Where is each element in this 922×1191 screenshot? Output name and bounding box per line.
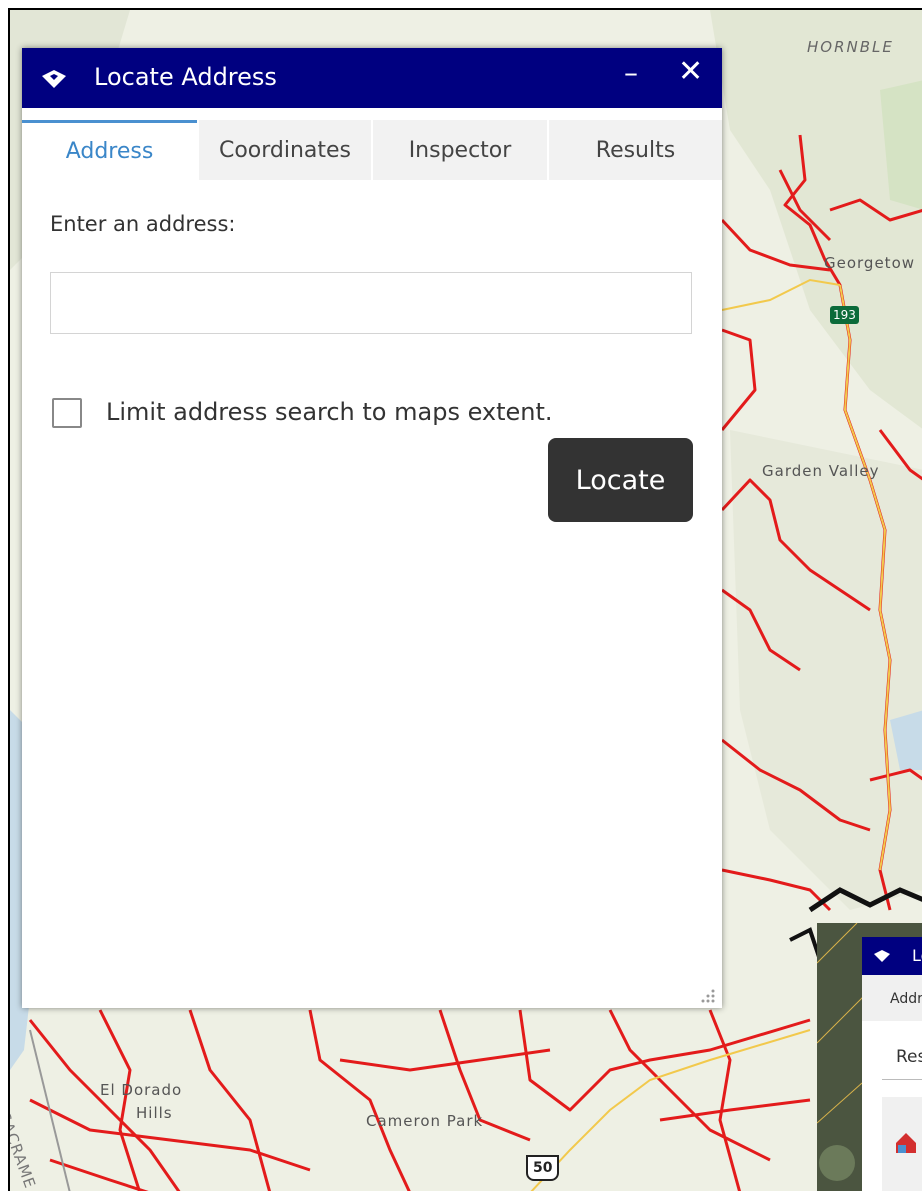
limit-extent-checkbox[interactable] bbox=[52, 398, 82, 428]
map-label-cameron-park: Cameron Park bbox=[366, 1112, 484, 1130]
map-label-el-dorado: El Dorado bbox=[100, 1081, 183, 1099]
locate-address-dialog: Locate Address – ✕ Address Coordinates I… bbox=[22, 48, 722, 1008]
dialog-logo-icon bbox=[42, 70, 66, 88]
map-label-georgetown: Georgetow bbox=[824, 254, 916, 272]
map-label-hills: Hills bbox=[136, 1104, 173, 1122]
divider bbox=[882, 1079, 922, 1080]
dialog-logo-icon bbox=[874, 950, 890, 962]
background-dialog-header: Lo bbox=[862, 937, 922, 975]
address-input[interactable] bbox=[50, 272, 692, 334]
background-dialog-tab[interactable]: Addre bbox=[862, 975, 922, 1021]
tab-address[interactable]: Address bbox=[22, 120, 197, 180]
house-pin-icon bbox=[896, 1133, 916, 1153]
close-button[interactable]: ✕ bbox=[678, 54, 703, 89]
dialog-header[interactable]: Locate Address – ✕ bbox=[22, 48, 722, 108]
highway-50-shield: 50 bbox=[526, 1155, 560, 1181]
tab-coordinates[interactable]: Coordinates bbox=[199, 120, 371, 180]
background-dialog-title: Lo bbox=[912, 946, 922, 965]
minimize-button[interactable]: – bbox=[624, 56, 638, 89]
background-dialog-results: Resu bbox=[896, 1047, 922, 1067]
dialog-title: Locate Address bbox=[94, 63, 277, 91]
tab-results[interactable]: Results bbox=[549, 120, 722, 180]
background-locate-dialog: Lo Addre Resu bbox=[817, 923, 922, 1191]
address-label: Enter an address: bbox=[50, 212, 236, 236]
map-view[interactable]: HORNBLE Georgetow 193 Garden Valley El D… bbox=[8, 8, 922, 1191]
limit-extent-label[interactable]: Limit address search to maps extent. bbox=[106, 398, 553, 426]
result-card[interactable] bbox=[882, 1097, 922, 1191]
map-label-hornbleak: HORNBLE bbox=[807, 38, 894, 56]
map-label-garden-valley: Garden Valley bbox=[762, 462, 880, 480]
locate-button[interactable]: Locate bbox=[548, 438, 693, 522]
resize-handle-icon[interactable] bbox=[698, 986, 716, 1004]
tab-inspector[interactable]: Inspector bbox=[373, 120, 547, 180]
dialog-tabs: Address Coordinates Inspector Results bbox=[22, 120, 722, 180]
highway-193-shield: 193 bbox=[830, 306, 859, 324]
